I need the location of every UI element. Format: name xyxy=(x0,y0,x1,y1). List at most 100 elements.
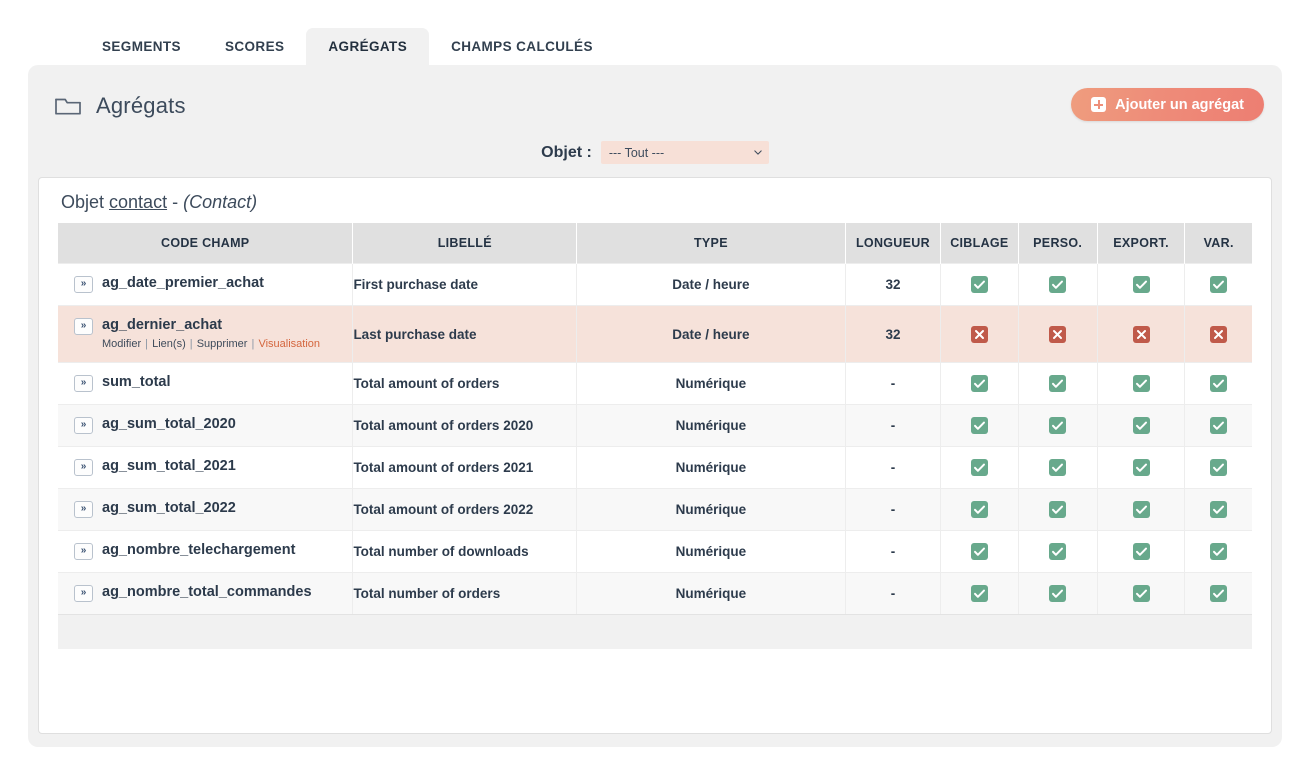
column-header-type[interactable]: TYPE xyxy=(576,223,846,264)
tab-champs-calcules-label: CHAMPS CALCULÉS xyxy=(451,39,593,54)
cell-libelle: Total amount of orders xyxy=(352,362,578,405)
column-header-libelle[interactable]: LIBELLÉ xyxy=(352,223,578,264)
table-row[interactable]: » ag_sum_total_2022 Total amount of orders… xyxy=(58,488,1252,531)
cell-code-champ: » ag_date_premier_achat xyxy=(58,263,354,306)
check-icon[interactable] xyxy=(970,585,988,602)
check-icon[interactable] xyxy=(1049,585,1067,602)
row-action-links: Modifier | Lien(s) | Supprimer | Visuali… xyxy=(102,337,320,351)
table-header: CODE CHAMP LIBELLÉ TYPE LONGUEUR CIBLAGE… xyxy=(58,223,1252,264)
check-icon[interactable] xyxy=(1132,375,1150,392)
cross-icon[interactable] xyxy=(1132,325,1150,343)
cell-var xyxy=(1184,572,1252,614)
column-header-export[interactable]: EXPORT. xyxy=(1097,223,1186,264)
check-icon[interactable] xyxy=(1132,417,1150,434)
check-icon[interactable] xyxy=(970,417,988,434)
check-icon[interactable] xyxy=(1210,585,1228,602)
check-icon[interactable] xyxy=(1132,585,1150,602)
check-icon[interactable] xyxy=(970,543,988,560)
cell-libelle: Total number of downloads xyxy=(352,530,578,573)
cell-var xyxy=(1184,530,1252,573)
check-icon[interactable] xyxy=(1049,276,1067,293)
cell-perso xyxy=(1018,572,1098,614)
table-row[interactable]: » ag_dernier_achat Modifier | Lien(s) | Su… xyxy=(58,305,1252,363)
column-header-perso[interactable]: PERSO. xyxy=(1018,223,1098,264)
object-select[interactable]: --- Tout --- xyxy=(600,141,769,164)
cell-export xyxy=(1097,446,1186,489)
cell-export xyxy=(1097,305,1186,363)
add-aggregate-button[interactable]: Ajouter un agrégat xyxy=(1071,88,1264,121)
check-icon[interactable] xyxy=(970,375,988,392)
check-icon[interactable] xyxy=(1210,276,1228,293)
cross-icon[interactable] xyxy=(1049,325,1067,343)
tab-champs-calcules[interactable]: CHAMPS CALCULÉS xyxy=(429,28,615,65)
expand-row-icon[interactable]: » xyxy=(74,318,93,335)
cell-ciblage xyxy=(940,362,1019,405)
field-code: ag_nombre_telechargement xyxy=(102,542,296,558)
check-icon[interactable] xyxy=(1210,543,1228,560)
row-action-supprimer[interactable]: Supprimer xyxy=(197,338,248,350)
expand-row-icon[interactable]: » xyxy=(74,459,93,476)
object-filter: Objet : --- Tout --- xyxy=(28,141,1282,164)
cell-export xyxy=(1097,263,1186,306)
column-header-code-champ[interactable]: CODE CHAMP xyxy=(58,223,354,264)
cell-ciblage xyxy=(940,446,1019,489)
expand-row-icon[interactable]: » xyxy=(74,501,93,518)
table-row[interactable]: » sum_total Total amount of orders Numériqu… xyxy=(58,362,1252,405)
tab-segments[interactable]: SEGMENTS xyxy=(80,28,203,65)
cell-export xyxy=(1097,488,1186,531)
cell-libelle: Total amount of orders 2022 xyxy=(352,488,578,531)
expand-row-icon[interactable]: » xyxy=(74,375,93,392)
check-icon[interactable] xyxy=(970,276,988,293)
check-icon[interactable] xyxy=(1210,501,1228,518)
table-row[interactable]: » ag_nombre_telechargement Total number of… xyxy=(58,530,1252,573)
table-footer xyxy=(58,614,1252,649)
cell-longueur: 32 xyxy=(845,305,942,363)
check-icon[interactable] xyxy=(970,501,988,518)
check-icon[interactable] xyxy=(1049,375,1067,392)
expand-row-icon[interactable]: » xyxy=(74,585,93,602)
column-header-longueur[interactable]: LONGUEUR xyxy=(845,223,942,264)
cell-perso xyxy=(1018,404,1098,447)
object-name-link[interactable]: contact xyxy=(109,192,167,212)
table-row[interactable]: » ag_sum_total_2021 Total amount of orders… xyxy=(58,446,1252,489)
check-icon[interactable] xyxy=(1049,543,1067,560)
action-separator: | xyxy=(248,338,258,350)
tab-bar: SEGMENTS SCORES AGRÉGATS CHAMPS CALCULÉS xyxy=(28,28,1282,65)
row-action-visualisation[interactable]: Visualisation xyxy=(258,338,320,350)
check-icon[interactable] xyxy=(1049,459,1067,476)
aggregates-table: CODE CHAMP LIBELLÉ TYPE LONGUEUR CIBLAGE… xyxy=(58,223,1252,614)
table-row[interactable]: » ag_sum_total_2020 Total amount of orders… xyxy=(58,404,1252,447)
table-row[interactable]: » ag_date_premier_achat First purchase dat… xyxy=(58,263,1252,306)
check-icon[interactable] xyxy=(970,459,988,476)
check-icon[interactable] xyxy=(1132,501,1150,518)
check-icon[interactable] xyxy=(1210,417,1228,434)
row-action-modifier[interactable]: Modifier xyxy=(102,338,141,350)
object-heading-prefix: Objet xyxy=(61,192,110,212)
check-icon[interactable] xyxy=(1049,501,1067,518)
expand-row-icon[interactable]: » xyxy=(74,543,93,560)
expand-row-icon[interactable]: » xyxy=(74,417,93,434)
check-icon[interactable] xyxy=(1210,375,1228,392)
check-icon[interactable] xyxy=(1210,459,1228,476)
expand-row-icon[interactable]: » xyxy=(74,276,93,293)
column-header-var[interactable]: VAR. xyxy=(1184,223,1252,264)
cell-var xyxy=(1184,362,1252,405)
object-label: (Contact) xyxy=(183,192,258,212)
check-icon[interactable] xyxy=(1132,459,1150,476)
table-row[interactable]: » ag_nombre_total_commandes Total number o… xyxy=(58,572,1252,614)
column-header-ciblage[interactable]: CIBLAGE xyxy=(940,223,1019,264)
tab-spacer xyxy=(28,28,80,65)
check-icon[interactable] xyxy=(1132,276,1150,293)
tab-scores[interactable]: SCORES xyxy=(203,28,306,65)
cell-export xyxy=(1097,572,1186,614)
check-icon[interactable] xyxy=(1132,543,1150,560)
cell-var xyxy=(1184,305,1252,363)
object-filter-label: Objet : xyxy=(541,143,592,161)
cell-libelle: Total amount of orders 2020 xyxy=(352,404,578,447)
cell-type: Numérique xyxy=(576,362,846,405)
row-action-liens[interactable]: Lien(s) xyxy=(152,338,186,350)
cross-icon[interactable] xyxy=(970,325,988,343)
cross-icon[interactable] xyxy=(1210,325,1228,343)
check-icon[interactable] xyxy=(1049,417,1067,434)
tab-agregats[interactable]: AGRÉGATS xyxy=(306,28,430,65)
